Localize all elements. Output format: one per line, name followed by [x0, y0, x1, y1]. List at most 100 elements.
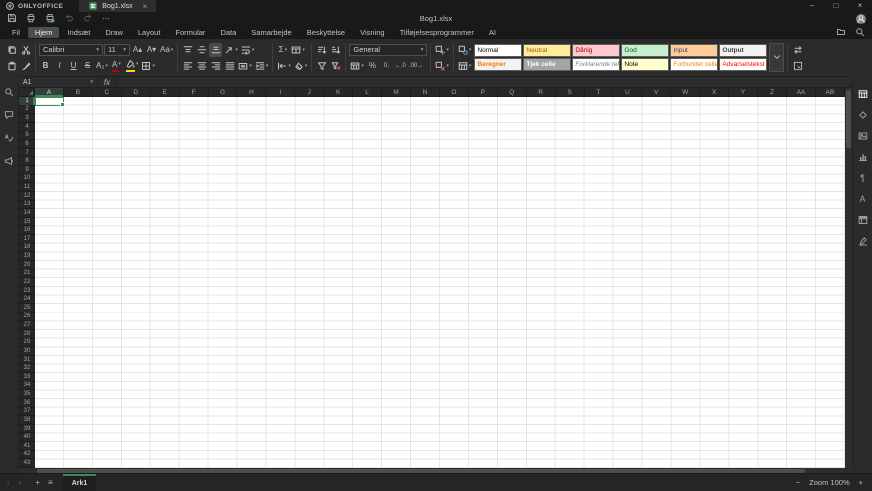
row-header-12[interactable]: 12	[19, 192, 35, 201]
comma-style-button[interactable]: 0,	[380, 59, 393, 73]
panel-shape-settings-button[interactable]	[856, 109, 870, 121]
row-header-15[interactable]: 15	[19, 218, 35, 227]
row-header-39[interactable]: 39	[19, 425, 35, 434]
row-header-28[interactable]: 28	[19, 330, 35, 339]
row-header-14[interactable]: 14	[19, 209, 35, 218]
increase-font-button[interactable]: A▴	[131, 43, 144, 57]
sort-ascending-button[interactable]	[315, 43, 328, 57]
menu-tab-hjem[interactable]: Hjem	[28, 27, 60, 38]
panel-chart-settings-button[interactable]	[856, 151, 870, 163]
column-header-n[interactable]: N	[411, 88, 440, 97]
filter-button[interactable]	[315, 59, 328, 73]
underline-button[interactable]: U	[67, 59, 80, 73]
row-header-26[interactable]: 26	[19, 313, 35, 322]
column-header-aa[interactable]: AA	[787, 88, 816, 97]
insert-function-button[interactable]: fx	[98, 77, 117, 87]
cell-style-input[interactable]: Input	[670, 44, 718, 57]
font-name-select[interactable]: Calibri▾	[39, 44, 103, 56]
cell-style-tjek-celle[interactable]: Tjek celle	[523, 58, 571, 71]
cell-style-normal[interactable]: Normal	[474, 44, 522, 57]
row-header-17[interactable]: 17	[19, 235, 35, 244]
cut-button[interactable]	[19, 43, 32, 57]
row-header-11[interactable]: 11	[19, 183, 35, 192]
column-header-q[interactable]: Q	[498, 88, 527, 97]
column-header-s[interactable]: S	[556, 88, 585, 97]
sort-descending-button[interactable]	[329, 43, 342, 57]
column-header-i[interactable]: I	[266, 88, 295, 97]
panel-cell-settings-button[interactable]	[856, 88, 870, 100]
row-header-7[interactable]: 7	[19, 149, 35, 158]
row-header-36[interactable]: 36	[19, 399, 35, 408]
insert-cells-button[interactable]: ▾	[434, 43, 450, 57]
column-header-m[interactable]: M	[382, 88, 411, 97]
select-all-corner[interactable]: ◢	[19, 88, 35, 97]
column-header-b[interactable]: B	[64, 88, 93, 97]
column-header-p[interactable]: P	[469, 88, 498, 97]
cell-style-forklarende-tekst[interactable]: Forklarende tekst	[572, 58, 620, 71]
column-header-x[interactable]: X	[700, 88, 729, 97]
column-header-e[interactable]: E	[151, 88, 180, 97]
row-header-24[interactable]: 24	[19, 295, 35, 304]
increase-decimal-button[interactable]: .00→	[408, 59, 424, 73]
row-header-8[interactable]: 8	[19, 157, 35, 166]
column-header-ab[interactable]: AB	[816, 88, 845, 97]
fill-color-button[interactable]: ▾	[124, 59, 140, 73]
autosum-button[interactable]: Σ▾	[276, 43, 289, 57]
row-header-25[interactable]: 25	[19, 304, 35, 313]
column-header-a[interactable]: A	[35, 88, 64, 97]
cell-style-output[interactable]: Output	[719, 44, 767, 57]
row-header-35[interactable]: 35	[19, 390, 35, 399]
italic-button[interactable]: I	[53, 59, 66, 73]
panel-comments-button[interactable]	[2, 109, 16, 121]
row-header-10[interactable]: 10	[19, 175, 35, 184]
percent-style-button[interactable]: %	[366, 59, 379, 73]
row-header-38[interactable]: 38	[19, 416, 35, 425]
column-header-k[interactable]: K	[324, 88, 353, 97]
cell-style-beregner[interactable]: Beregner	[474, 58, 522, 71]
prev-sheet-button[interactable]: ‹	[7, 478, 10, 487]
column-header-d[interactable]: D	[122, 88, 151, 97]
menu-tab-samarbejde[interactable]: Samarbejde	[244, 27, 298, 38]
sheet-list-button[interactable]: ≡	[48, 478, 53, 487]
decrease-decimal-button[interactable]: ←.0	[394, 59, 407, 73]
menu-tab-beskyttelse[interactable]: Beskyttelse	[300, 27, 352, 38]
row-header-4[interactable]: 4	[19, 123, 35, 132]
align-bottom-button[interactable]	[209, 43, 222, 57]
wrap-text-button[interactable]: ▾	[240, 43, 256, 57]
cell-styles-expand-button[interactable]	[769, 43, 784, 72]
row-header-34[interactable]: 34	[19, 382, 35, 391]
row-header-1[interactable]: 1	[19, 97, 35, 106]
panel-feedback-button[interactable]	[2, 155, 16, 167]
menu-tab-ai[interactable]: AI	[482, 27, 503, 38]
column-header-f[interactable]: F	[180, 88, 209, 97]
copy-button[interactable]	[5, 43, 18, 57]
row-header-3[interactable]: 3	[19, 114, 35, 123]
row-header-30[interactable]: 30	[19, 347, 35, 356]
fill-button[interactable]: ▾	[276, 59, 292, 73]
column-header-u[interactable]: U	[613, 88, 642, 97]
row-header-23[interactable]: 23	[19, 287, 35, 296]
delete-cells-button[interactable]: ▾	[434, 59, 450, 73]
panel-image-settings-button[interactable]	[856, 130, 870, 142]
column-header-l[interactable]: L	[353, 88, 382, 97]
formula-input[interactable]	[117, 77, 858, 87]
row-header-5[interactable]: 5	[19, 132, 35, 141]
row-header-37[interactable]: 37	[19, 408, 35, 417]
cell-style-forbundet-celle[interactable]: Forbundet celle	[670, 58, 718, 71]
copy-style-button[interactable]	[19, 59, 32, 73]
column-header-h[interactable]: H	[237, 88, 266, 97]
align-top-button[interactable]	[181, 43, 194, 57]
row-header-41[interactable]: 41	[19, 442, 35, 451]
column-header-y[interactable]: Y	[729, 88, 758, 97]
paste-button[interactable]	[5, 59, 18, 73]
next-sheet-button[interactable]: ›	[19, 478, 22, 487]
cell-style-god[interactable]: God	[621, 44, 669, 57]
zoom-out-button[interactable]: −	[796, 478, 800, 487]
align-left-button[interactable]	[181, 59, 194, 73]
conditional-formatting-button[interactable]: ▾	[457, 43, 473, 57]
row-header-6[interactable]: 6	[19, 140, 35, 149]
row-header-20[interactable]: 20	[19, 261, 35, 270]
font-color-button[interactable]: A▾	[110, 59, 123, 73]
row-header-31[interactable]: 31	[19, 356, 35, 365]
menu-tab-indsæt[interactable]: Indsæt	[60, 27, 97, 38]
